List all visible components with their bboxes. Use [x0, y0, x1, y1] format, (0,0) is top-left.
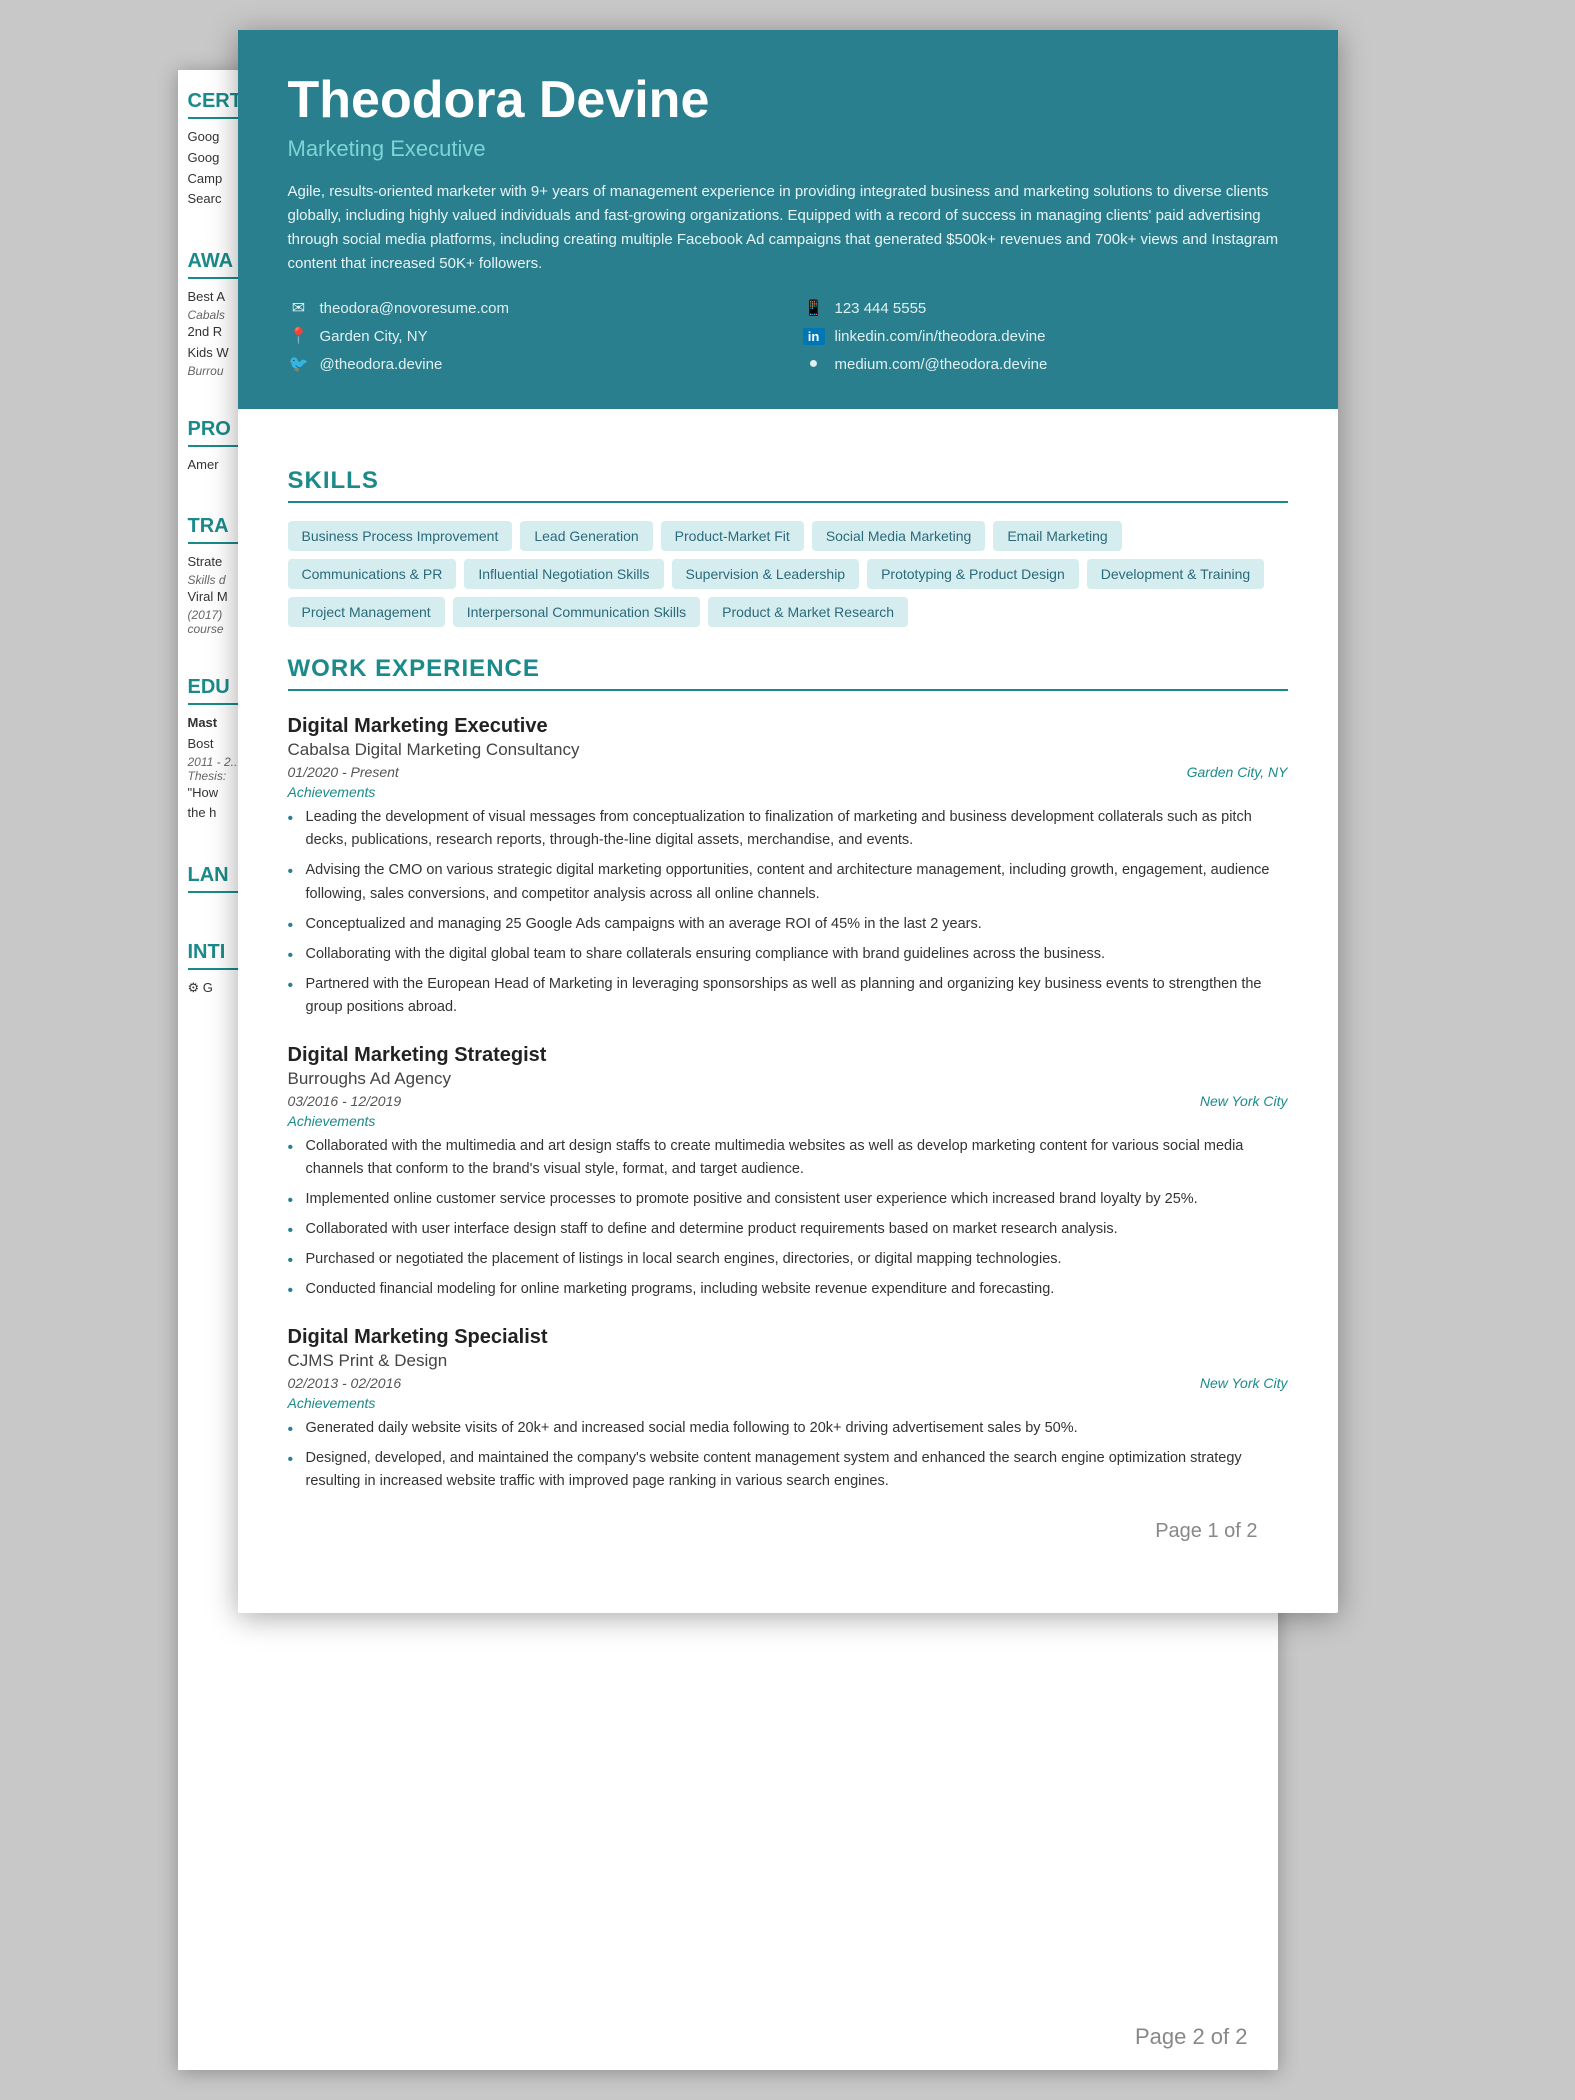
- skill-tag-9: Development & Training: [1087, 559, 1264, 589]
- contact-medium: ● medium.com/@theodora.devine: [803, 354, 1288, 374]
- skill-tag-4: Email Marketing: [993, 521, 1121, 551]
- contact-email: ✉ theodora@novoresume.com: [288, 298, 773, 318]
- skill-tag-8: Prototyping & Product Design: [867, 559, 1079, 589]
- page-1-main: Theodora Devine Marketing Executive Agil…: [238, 30, 1338, 1613]
- skills-grid: Business Process Improvement Lead Genera…: [288, 521, 1288, 627]
- email-text: theodora@novoresume.com: [320, 300, 510, 317]
- job-title-0: Digital Marketing Executive: [288, 715, 1288, 738]
- bullet-0-2: Conceptualized and managing 25 Google Ad…: [288, 913, 1288, 936]
- work-experience-section-title: WORK EXPERIENCE: [288, 655, 1288, 691]
- skill-tag-6: Influential Negotiation Skills: [464, 559, 663, 589]
- achievements-label-2: Achievements: [288, 1395, 1288, 1411]
- job-meta-0: 01/2020 - Present Garden City, NY: [288, 764, 1288, 780]
- linkedin-icon: in: [803, 328, 825, 345]
- job-company-0: Cabalsa Digital Marketing Consultancy: [288, 740, 1288, 760]
- job-location-2: New York City: [1200, 1375, 1288, 1391]
- job-title-2: Digital Marketing Specialist: [288, 1326, 1288, 1349]
- job-company-2: CJMS Print & Design: [288, 1351, 1288, 1371]
- job-location-1: New York City: [1200, 1093, 1288, 1109]
- bullet-1-2: Collaborated with user interface design …: [288, 1218, 1288, 1241]
- job-meta-2: 02/2013 - 02/2016 New York City: [288, 1375, 1288, 1391]
- medium-icon: ●: [803, 355, 825, 373]
- twitter-icon: 🐦: [288, 354, 310, 374]
- contact-linkedin: in linkedin.com/in/theodora.devine: [803, 326, 1288, 346]
- bullet-0-4: Partnered with the European Head of Mark…: [288, 973, 1288, 1019]
- skill-tag-11: Interpersonal Communication Skills: [453, 597, 700, 627]
- job-meta-1: 03/2016 - 12/2019 New York City: [288, 1093, 1288, 1109]
- page-1-label: Page 1 of 2: [288, 1500, 1288, 1563]
- contact-location: 📍 Garden City, NY: [288, 326, 773, 346]
- bullet-1-1: Implemented online customer service proc…: [288, 1188, 1288, 1211]
- skill-tag-12: Product & Market Research: [708, 597, 908, 627]
- bullet-1-3: Purchased or negotiated the placement of…: [288, 1248, 1288, 1271]
- bullet-0-3: Collaborating with the digital global te…: [288, 943, 1288, 966]
- bullet-0-1: Advising the CMO on various strategic di…: [288, 859, 1288, 905]
- page-stack: CERT Goog Goog Camp Searc AWA Best A Cab…: [238, 30, 1338, 1613]
- job-location-0: Garden City, NY: [1187, 764, 1288, 780]
- medium-text: medium.com/@theodora.devine: [835, 356, 1048, 373]
- skill-tag-1: Lead Generation: [520, 521, 652, 551]
- skill-tag-3: Social Media Marketing: [812, 521, 986, 551]
- bullet-2-0: Generated daily website visits of 20k+ a…: [288, 1417, 1288, 1440]
- candidate-title: Marketing Executive: [288, 136, 1288, 162]
- job-dates-1: 03/2016 - 12/2019: [288, 1093, 402, 1109]
- resume-header: Theodora Devine Marketing Executive Agil…: [238, 30, 1338, 409]
- candidate-name: Theodora Devine: [288, 70, 1288, 130]
- job-company-1: Burroughs Ad Agency: [288, 1069, 1288, 1089]
- skill-tag-2: Product-Market Fit: [661, 521, 804, 551]
- job-dates-2: 02/2013 - 02/2016: [288, 1375, 402, 1391]
- bullet-1-4: Conducted financial modeling for online …: [288, 1278, 1288, 1301]
- bullet-0-0: Leading the development of visual messag…: [288, 806, 1288, 852]
- contact-grid: ✉ theodora@novoresume.com 📱 123 444 5555…: [288, 298, 1288, 374]
- job-block-1: Digital Marketing Strategist Burroughs A…: [288, 1044, 1288, 1302]
- contact-twitter: 🐦 @theodora.devine: [288, 354, 773, 374]
- location-text: Garden City, NY: [320, 328, 428, 345]
- bullet-1-0: Collaborated with the multimedia and art…: [288, 1135, 1288, 1181]
- location-icon: 📍: [288, 326, 310, 346]
- phone-icon: 📱: [803, 298, 825, 318]
- email-icon: ✉: [288, 298, 310, 318]
- job-block-0: Digital Marketing Executive Cabalsa Digi…: [288, 715, 1288, 1020]
- job-dates-0: 01/2020 - Present: [288, 764, 399, 780]
- page-2-label: Page 2 of 2: [1135, 2024, 1248, 2050]
- resume-body: SKILLS Business Process Improvement Lead…: [238, 409, 1338, 1613]
- job-block-2: Digital Marketing Specialist CJMS Print …: [288, 1326, 1288, 1494]
- skill-tag-10: Project Management: [288, 597, 445, 627]
- linkedin-text: linkedin.com/in/theodora.devine: [835, 328, 1046, 345]
- contact-phone: 📱 123 444 5555: [803, 298, 1288, 318]
- skill-tag-5: Communications & PR: [288, 559, 457, 589]
- bullet-list-1: Collaborated with the multimedia and art…: [288, 1135, 1288, 1302]
- achievements-label-1: Achievements: [288, 1113, 1288, 1129]
- skill-tag-0: Business Process Improvement: [288, 521, 513, 551]
- skills-section-title: SKILLS: [288, 467, 1288, 503]
- phone-text: 123 444 5555: [835, 300, 927, 317]
- job-title-1: Digital Marketing Strategist: [288, 1044, 1288, 1067]
- achievements-label-0: Achievements: [288, 784, 1288, 800]
- skill-tag-7: Supervision & Leadership: [672, 559, 860, 589]
- bullet-list-0: Leading the development of visual messag…: [288, 806, 1288, 1020]
- bullet-2-1: Designed, developed, and maintained the …: [288, 1447, 1288, 1493]
- candidate-summary: Agile, results-oriented marketer with 9+…: [288, 180, 1288, 276]
- twitter-text: @theodora.devine: [320, 356, 443, 373]
- bullet-list-2: Generated daily website visits of 20k+ a…: [288, 1417, 1288, 1494]
